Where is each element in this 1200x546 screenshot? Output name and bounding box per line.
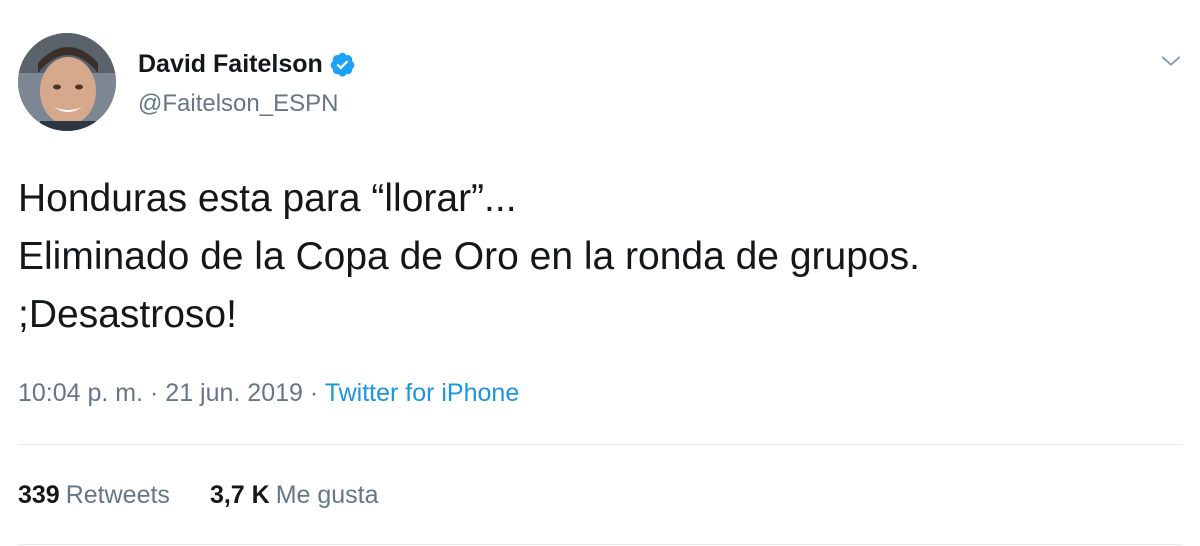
tweet-source-link[interactable]: Twitter for iPhone [325, 379, 520, 407]
tweet-time[interactable]: 10:04 p. m. [18, 379, 143, 407]
retweets-stat[interactable]: 339 Retweets [18, 478, 170, 512]
tweet-text: Honduras esta para “llorar”... Eliminado… [18, 170, 1178, 344]
meta-separator: · [302, 379, 325, 407]
likes-stat[interactable]: 3,7 K Me gusta [210, 478, 379, 512]
tweet-date[interactable]: 21 jun. 2019 [165, 379, 303, 407]
display-name[interactable]: David Faitelson [138, 48, 323, 80]
retweets-count: 339 [18, 481, 60, 509]
likes-count: 3,7 K [209, 481, 270, 509]
avatar-photo [18, 33, 116, 131]
retweets-label: Retweets [65, 481, 170, 509]
tweet-metadata: 10:04 p. m. · 21 jun. 2019 · Twitter for… [18, 376, 519, 410]
tweet-line: Eliminado de la Copa de Oro en la ronda … [18, 235, 920, 278]
user-handle[interactable]: @Faitelson_ESPN [138, 88, 338, 120]
tweet-line: Honduras esta para “llorar”... [18, 177, 517, 220]
divider [18, 444, 1182, 445]
likes-label: Me gusta [275, 481, 379, 509]
divider [18, 544, 1182, 545]
tweet-card: David Faitelson @Faitelson_ESPN Honduras… [0, 0, 1200, 546]
chevron-down-icon[interactable] [1160, 50, 1182, 72]
avatar[interactable] [18, 33, 116, 131]
tweet-stats: 339 Retweets 3,7 K Me gusta [18, 478, 419, 512]
verified-badge-icon [329, 51, 356, 78]
meta-separator: · [143, 379, 166, 407]
tweet-line: ;Desastroso! [18, 293, 237, 336]
author-name-row[interactable]: David Faitelson [138, 48, 356, 80]
